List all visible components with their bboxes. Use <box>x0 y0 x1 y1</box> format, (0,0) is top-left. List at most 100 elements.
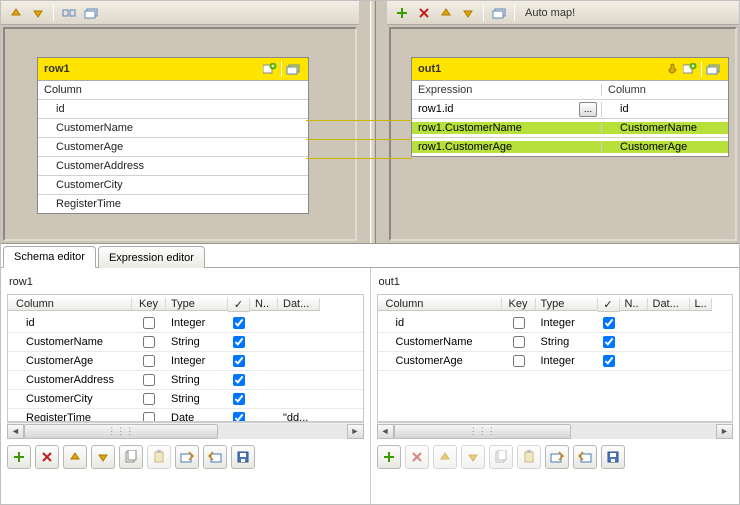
nullable-checkbox[interactable] <box>603 317 615 329</box>
input-column-row[interactable]: id <box>38 99 308 118</box>
key-checkbox[interactable] <box>143 393 155 405</box>
expression-cell[interactable]: row1.CustomerAge <box>412 141 602 153</box>
delete-button[interactable] <box>35 445 59 469</box>
h-scrollbar[interactable]: ◄ ⋮⋮⋮ ► <box>377 422 734 439</box>
cell-check[interactable] <box>228 412 250 421</box>
add-output-button[interactable] <box>393 4 411 22</box>
cell-key[interactable] <box>132 317 166 329</box>
key-checkbox[interactable] <box>143 374 155 386</box>
key-checkbox[interactable] <box>143 412 155 421</box>
nullable-checkbox[interactable] <box>603 355 615 367</box>
cell-check[interactable] <box>598 336 620 348</box>
add-column-icon[interactable] <box>261 60 279 78</box>
save-button[interactable] <box>231 445 255 469</box>
input-box-title[interactable]: row1 <box>38 58 308 80</box>
expression-cell[interactable]: row1.CustomerName <box>412 122 602 134</box>
cell-key[interactable] <box>502 355 536 367</box>
column-cell[interactable]: CustomerAge <box>602 141 728 153</box>
cell-check[interactable] <box>228 374 250 386</box>
import-button[interactable] <box>545 445 569 469</box>
minimize-icon[interactable] <box>60 4 78 22</box>
col-column[interactable]: Column <box>378 298 502 311</box>
box-restore-icon[interactable] <box>704 60 722 78</box>
scroll-track[interactable]: ⋮⋮⋮ <box>24 424 347 439</box>
export-button[interactable] <box>573 445 597 469</box>
input-column-row[interactable]: CustomerAge <box>38 137 308 156</box>
add-column-icon[interactable] <box>681 60 699 78</box>
col-column[interactable]: Column <box>8 298 132 311</box>
h-scrollbar[interactable]: ◄ ⋮⋮⋮ ► <box>7 422 364 439</box>
expression-editor-button[interactable]: ... <box>579 102 597 117</box>
col-l[interactable]: L.. <box>690 298 712 311</box>
cell-key[interactable] <box>132 393 166 405</box>
col-type[interactable]: Type <box>536 298 598 311</box>
key-checkbox[interactable] <box>513 355 525 367</box>
input-column-row[interactable]: RegisterTime <box>38 194 308 213</box>
scroll-thumb[interactable]: ⋮⋮⋮ <box>394 424 571 439</box>
grid-row[interactable]: CustomerCityString <box>8 390 363 409</box>
col-dat[interactable]: Dat... <box>278 298 320 311</box>
grid-row[interactable]: CustomerNameString <box>8 333 363 352</box>
col-key[interactable]: Key <box>502 298 536 311</box>
output-mapping-row[interactable]: row1.CustomerAgeCustomerAge <box>412 137 728 156</box>
input-canvas[interactable]: row1 Column idCustomerNameCustomerAgeCus… <box>3 27 357 241</box>
restore-icon[interactable] <box>82 4 100 22</box>
nullable-checkbox[interactable] <box>233 336 245 348</box>
output-mapping-row[interactable]: row1.CustomerNameCustomerName <box>412 118 728 137</box>
tab-expression-editor[interactable]: Expression editor <box>98 246 205 268</box>
cell-key[interactable] <box>502 317 536 329</box>
cell-check[interactable] <box>598 355 620 367</box>
nullable-checkbox[interactable] <box>603 336 615 348</box>
scroll-left-icon[interactable]: ◄ <box>377 424 394 439</box>
output-mapping-row[interactable]: row1.id...id <box>412 99 728 118</box>
remove-output-button[interactable] <box>415 4 433 22</box>
cell-type[interactable]: Integer <box>166 355 228 367</box>
input-column-row[interactable]: CustomerAddress <box>38 156 308 175</box>
nullable-checkbox[interactable] <box>233 393 245 405</box>
save-button[interactable] <box>601 445 625 469</box>
key-checkbox[interactable] <box>143 317 155 329</box>
col-n[interactable]: N.. <box>620 298 648 311</box>
nullable-checkbox[interactable] <box>233 355 245 367</box>
tab-schema-editor[interactable]: Schema editor <box>3 246 96 268</box>
expression-cell[interactable]: row1.id... <box>412 102 602 117</box>
import-button[interactable] <box>175 445 199 469</box>
cell-type[interactable]: Integer <box>536 355 598 367</box>
grid-row[interactable]: CustomerAgeInteger <box>8 352 363 371</box>
output-canvas[interactable]: out1 Expression Column row1.id...idrow1.… <box>389 27 737 241</box>
scroll-thumb[interactable]: ⋮⋮⋮ <box>24 424 218 439</box>
input-column-row[interactable]: CustomerName <box>38 118 308 137</box>
col-dat[interactable]: Dat... <box>648 298 690 311</box>
grid-row[interactable]: RegisterTimeDate"dd... <box>8 409 363 421</box>
cell-type[interactable]: String <box>536 336 598 348</box>
col-type[interactable]: Type <box>166 298 228 311</box>
key-checkbox[interactable] <box>143 355 155 367</box>
column-cell[interactable]: id <box>602 103 728 115</box>
move-down-button[interactable] <box>91 445 115 469</box>
cell-key[interactable] <box>502 336 536 348</box>
cell-key[interactable] <box>132 412 166 421</box>
scroll-right-icon[interactable]: ► <box>716 424 733 439</box>
nullable-checkbox[interactable] <box>233 317 245 329</box>
key-checkbox[interactable] <box>143 336 155 348</box>
move-up-button[interactable] <box>7 4 25 22</box>
cell-key[interactable] <box>132 355 166 367</box>
col-check[interactable]: ✓ <box>598 298 620 312</box>
cell-type[interactable]: String <box>166 393 228 405</box>
export-button[interactable] <box>203 445 227 469</box>
cell-check[interactable] <box>228 336 250 348</box>
restore-icon[interactable] <box>490 4 508 22</box>
box-restore-icon[interactable] <box>284 60 302 78</box>
cell-type[interactable]: Date <box>166 412 228 421</box>
move-up-button[interactable] <box>437 4 455 22</box>
add-button[interactable] <box>7 445 31 469</box>
grid-row[interactable]: idInteger <box>378 314 733 333</box>
grid-row[interactable]: CustomerAgeInteger <box>378 352 733 371</box>
cell-type[interactable]: String <box>166 374 228 386</box>
cell-check[interactable] <box>228 317 250 329</box>
col-n[interactable]: N.. <box>250 298 278 311</box>
column-cell[interactable]: CustomerName <box>602 122 728 134</box>
pane-splitter[interactable] <box>359 1 387 243</box>
key-checkbox[interactable] <box>513 336 525 348</box>
settings-icon[interactable] <box>663 60 681 78</box>
